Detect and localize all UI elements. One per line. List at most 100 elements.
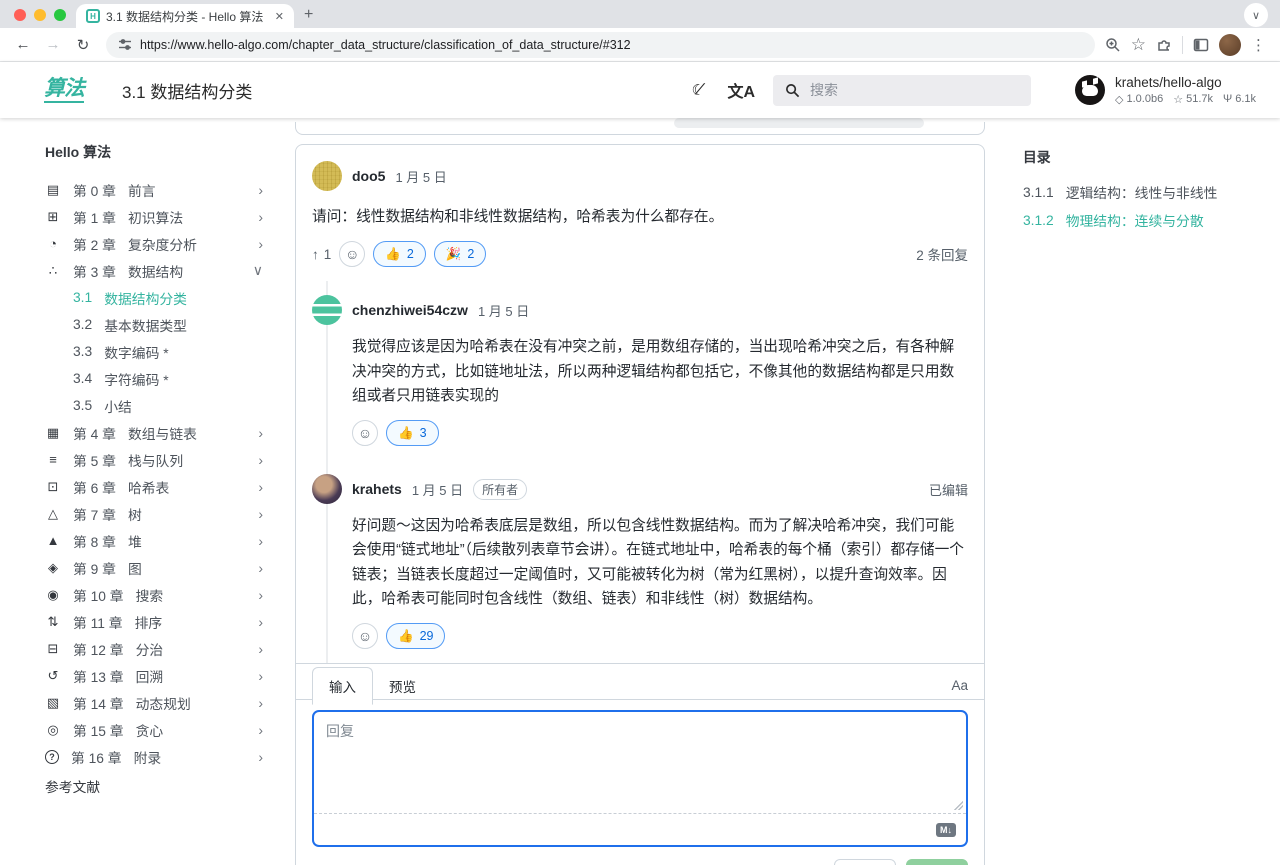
browser-menu-icon[interactable]: ⋮: [1251, 36, 1266, 54]
sidebar-item-chapter-6[interactable]: ⊡第 6 章哈希表›: [45, 473, 275, 500]
chapter-name: 树: [128, 504, 142, 524]
chapter-name: 搜索: [136, 585, 164, 605]
sidebar-item-3.1[interactable]: 3.1数据结构分类: [45, 284, 275, 311]
avatar[interactable]: [312, 474, 342, 504]
section-number: 3.3: [73, 344, 92, 359]
add-reaction-button[interactable]: ☺: [352, 623, 378, 649]
sidebar-item-chapter-5[interactable]: ≡第 5 章栈与队列›: [45, 446, 275, 473]
theme-toggle-icon[interactable]: ☾⁄: [691, 81, 709, 99]
chapter-sidebar: Hello 算法 ▤第 0 章前言›⊞第 1 章初识算法›◔第 2 章复杂度分析…: [0, 118, 295, 865]
upvote-button[interactable]: ↑ 1: [312, 247, 331, 262]
reply-submit-button[interactable]: 回复: [906, 859, 968, 865]
chevron-right-icon[interactable]: ›: [258, 668, 275, 684]
browser-profile-avatar[interactable]: [1219, 34, 1241, 56]
cancel-button[interactable]: 取消: [834, 859, 896, 865]
sidebar-item-chapter-7[interactable]: △第 7 章树›: [45, 500, 275, 527]
add-reaction-button[interactable]: ☺: [352, 420, 378, 446]
sidebar-item-chapter-3[interactable]: ∴第 3 章数据结构∨: [45, 257, 275, 284]
chevron-right-icon[interactable]: ›: [258, 587, 275, 603]
sidebar-item-chapter-8[interactable]: ▲第 8 章堆›: [45, 527, 275, 554]
tab-write[interactable]: 输入: [312, 667, 373, 705]
sidebar-item-chapter-4[interactable]: ▦第 4 章数组与链表›: [45, 419, 275, 446]
reaction-pill[interactable]: 👍3: [386, 420, 439, 446]
avatar[interactable]: [312, 295, 342, 325]
reaction-pill[interactable]: 👍2: [373, 241, 426, 267]
sidebar-item-3.5[interactable]: 3.5小结: [45, 392, 275, 419]
chevron-right-icon[interactable]: ›: [258, 722, 275, 738]
browser-tab[interactable]: H 3.1 数据结构分类 - Hello 算法 ✕: [76, 4, 294, 28]
chevron-right-icon[interactable]: ›: [258, 641, 275, 657]
chevron-right-icon[interactable]: ›: [258, 182, 275, 198]
chevron-right-icon[interactable]: ›: [258, 695, 275, 711]
zoom-icon[interactable]: [1105, 37, 1121, 53]
reaction-pill[interactable]: 🎉2: [434, 241, 487, 267]
chevron-right-icon[interactable]: ›: [258, 749, 275, 765]
reaction-pill[interactable]: 👍29: [386, 623, 445, 649]
close-window-button[interactable]: [14, 9, 26, 21]
site-logo[interactable]: 算法: [44, 78, 84, 103]
toc-item-3.1.1[interactable]: 3.1.1逻辑结构：线性与非线性: [1023, 178, 1260, 206]
reply-textarea[interactable]: 回复: [314, 712, 966, 813]
avatar[interactable]: [312, 161, 342, 191]
translate-icon[interactable]: 文A: [727, 78, 755, 102]
forward-icon[interactable]: →: [40, 32, 66, 58]
window-controls[interactable]: [14, 9, 66, 21]
comment-author[interactable]: doo5: [352, 168, 385, 184]
sidebar-item-chapter-13[interactable]: ↺第 13 章回溯›: [45, 662, 275, 689]
sidebar-item-3.4[interactable]: 3.4字符编码 *: [45, 365, 275, 392]
chapter-name: 动态规划: [136, 693, 191, 713]
sidebar-item-chapter-10[interactable]: ◉第 10 章搜索›: [45, 581, 275, 608]
chevron-right-icon[interactable]: ›: [258, 506, 275, 522]
back-icon[interactable]: ←: [10, 32, 36, 58]
chevron-right-icon[interactable]: ›: [258, 425, 275, 441]
add-reaction-button[interactable]: ☺: [339, 241, 365, 267]
book-icon: ▤: [45, 182, 61, 198]
sidebar-item-3.2[interactable]: 3.2基本数据类型: [45, 311, 275, 338]
reply-author[interactable]: chenzhiwei54czw: [352, 302, 468, 318]
chapter-number: 第 3 章: [73, 261, 116, 281]
tab-preview[interactable]: 预览: [373, 668, 432, 704]
chevron-right-icon[interactable]: ›: [258, 614, 275, 630]
sidebar-item-chapter-11[interactable]: ⇅第 11 章排序›: [45, 608, 275, 635]
toc-item-3.1.2[interactable]: 3.1.2物理结构：连续与分散: [1023, 206, 1260, 234]
reload-icon[interactable]: ↻: [70, 32, 96, 58]
search-input[interactable]: 搜索: [773, 75, 1031, 106]
minimize-window-button[interactable]: [34, 9, 46, 21]
chevron-right-icon[interactable]: ›: [258, 560, 275, 576]
reply-date: 1 月 5 日: [412, 480, 463, 499]
address-bar[interactable]: https://www.hello-algo.com/chapter_data_…: [106, 32, 1095, 58]
sidebar-nav: ▤第 0 章前言›⊞第 1 章初识算法›◔第 2 章复杂度分析›∴第 3 章数据…: [45, 176, 275, 770]
github-repo-link[interactable]: krahets/hello-algo ◇1.0.0b6 ☆51.7k Ψ6.1k: [1075, 75, 1256, 106]
sidebar-item-chapter-9[interactable]: ◈第 9 章图›: [45, 554, 275, 581]
sidebar-item-chapter-12[interactable]: ⊟第 12 章分治›: [45, 635, 275, 662]
section-name: 数据结构分类: [104, 288, 187, 308]
chevron-right-icon[interactable]: ›: [258, 479, 275, 495]
bookmark-star-icon[interactable]: ☆: [1131, 35, 1146, 55]
chevron-right-icon[interactable]: ›: [258, 236, 275, 252]
sidebar-item-chapter-0[interactable]: ▤第 0 章前言›: [45, 176, 275, 203]
sidebar-item-3.3[interactable]: 3.3数字编码 *: [45, 338, 275, 365]
sidebar-item-chapter-14[interactable]: ▧第 14 章动态规划›: [45, 689, 275, 716]
sidebar-item-chapter-2[interactable]: ◔第 2 章复杂度分析›: [45, 230, 275, 257]
new-tab-button[interactable]: +: [304, 6, 313, 24]
side-panel-icon[interactable]: [1193, 37, 1209, 53]
sidebar-item-chapter-16[interactable]: ?第 16 章附录›: [45, 743, 275, 770]
chevron-down-icon[interactable]: ∨: [253, 262, 275, 279]
maximize-window-button[interactable]: [54, 9, 66, 21]
site-settings-icon[interactable]: [118, 38, 132, 52]
sidebar-item-references[interactable]: 参考文献: [45, 772, 275, 799]
sidebar-item-chapter-15[interactable]: ◎第 15 章贪心›: [45, 716, 275, 743]
extensions-icon[interactable]: [1156, 37, 1172, 53]
chapter-number: 第 4 章: [73, 423, 116, 443]
chevron-right-icon[interactable]: ›: [258, 452, 275, 468]
section-number: 3.5: [73, 398, 92, 413]
markdown-icon: M↓: [936, 823, 956, 837]
chevron-right-icon[interactable]: ›: [258, 209, 275, 225]
chevron-right-icon[interactable]: ›: [258, 533, 275, 549]
text-format-button[interactable]: Aa: [951, 678, 968, 693]
resize-handle-icon[interactable]: [953, 800, 963, 810]
tab-close-icon[interactable]: ✕: [275, 10, 284, 23]
tab-overview-button[interactable]: ∨: [1244, 3, 1268, 27]
reply-author[interactable]: krahets: [352, 481, 402, 497]
sidebar-item-chapter-1[interactable]: ⊞第 1 章初识算法›: [45, 203, 275, 230]
